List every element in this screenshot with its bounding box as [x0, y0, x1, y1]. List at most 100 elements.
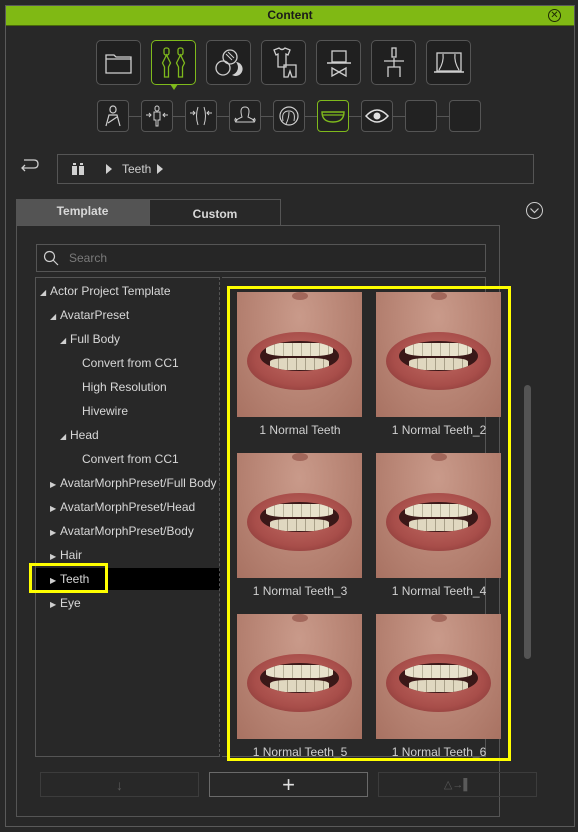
tree-expanded-icon[interactable]: ◢: [60, 426, 70, 448]
tree-item-label: Teeth: [60, 572, 90, 586]
teeth-item[interactable]: 1 Normal Teeth_3: [237, 453, 363, 598]
category-folder-button[interactable]: [96, 40, 141, 85]
tree-item[interactable]: ▶ AvatarMorphPreset/Full Body: [36, 472, 220, 494]
tree-item[interactable]: Convert from CC1: [36, 352, 220, 374]
tree-item[interactable]: ◢ Full Body: [36, 328, 220, 350]
tree-item[interactable]: ◢ AvatarPreset: [36, 304, 220, 326]
tree-item-label: High Resolution: [82, 380, 167, 394]
add-button[interactable]: +: [209, 772, 368, 797]
tree-collapsed-icon[interactable]: ▶: [50, 522, 60, 544]
arrow-down-icon: ↓: [116, 776, 123, 793]
teeth-item[interactable]: 1 Normal Teeth_2: [376, 292, 502, 437]
tree-item-label: Hivewire: [82, 404, 129, 418]
return-arrow-icon: [21, 159, 39, 172]
subcategory-eye-button[interactable]: [361, 100, 393, 132]
hair-icon: [279, 106, 299, 126]
tree-item[interactable]: Convert from CC1: [36, 448, 220, 470]
actor-pair-icon: [161, 46, 185, 78]
breadcrumb-separator-icon[interactable]: [157, 164, 164, 174]
teeth-item-label: 1 Normal Teeth_3: [252, 584, 348, 598]
teeth-icon: [321, 111, 345, 123]
category-motion-button[interactable]: [371, 40, 416, 85]
category-actor-button[interactable]: [151, 40, 196, 90]
teeth-item-label: 1 Normal Teeth_2: [391, 423, 487, 437]
replace-button[interactable]: △→▌: [378, 772, 537, 797]
tree-expanded-icon[interactable]: ◢: [60, 330, 70, 352]
search-input[interactable]: [59, 251, 459, 265]
tree-item-label: AvatarMorphPreset/Body: [60, 524, 194, 538]
subcategory-empty-button-1[interactable]: [405, 100, 437, 132]
tree-item-label: Head: [70, 428, 99, 442]
teeth-thumbnail: [237, 614, 362, 739]
close-icon[interactable]: ✕: [548, 9, 561, 22]
connector: [129, 115, 141, 117]
breadcrumb-item-teeth[interactable]: Teeth: [122, 162, 151, 176]
tree-collapsed-icon[interactable]: ▶: [50, 570, 60, 592]
search-box: [36, 244, 486, 272]
tree-expanded-icon[interactable]: ◢: [50, 306, 60, 328]
tree-item[interactable]: High Resolution: [36, 376, 220, 398]
subcategory-head-morph-button[interactable]: [229, 100, 261, 132]
expand-options-button[interactable]: [526, 202, 543, 219]
tree-item-label: AvatarMorphPreset/Full Body: [60, 476, 217, 490]
grid-scrollbar[interactable]: [524, 385, 531, 659]
actor-icon[interactable]: [72, 163, 84, 175]
subcategory-avatar-button[interactable]: [97, 100, 129, 132]
subcategory-body-shape-button[interactable]: [185, 100, 217, 132]
tree-item-label: AvatarMorphPreset/Head: [60, 500, 196, 514]
subcategory-empty-button-2[interactable]: [449, 100, 481, 132]
teeth-item[interactable]: 1 Normal Teeth_6: [376, 614, 502, 759]
body-morph-icon: [146, 105, 168, 127]
tree-item[interactable]: ▶ Hair: [36, 544, 220, 566]
teeth-thumbnail: [376, 453, 501, 578]
cloth-icon: [272, 46, 297, 78]
breadcrumb-separator-icon[interactable]: [106, 164, 112, 174]
tree-item[interactable]: ◢ Actor Project Template: [36, 280, 220, 302]
teeth-thumbnail: [376, 292, 501, 417]
category-accessory-button[interactable]: [316, 40, 361, 85]
tree-item-label: AvatarPreset: [60, 308, 130, 322]
stage-curtain-icon: [433, 51, 464, 73]
material-spheres-icon: [214, 48, 243, 76]
teeth-item-label: 1 Normal Teeth_4: [391, 584, 487, 598]
subcategory-toolbar: [97, 100, 481, 132]
tree-item-label: Eye: [60, 596, 81, 610]
tree-item[interactable]: ▶ Teeth: [36, 568, 220, 590]
figure-icon: [383, 46, 404, 77]
folder-icon: [104, 53, 132, 74]
teeth-item[interactable]: 1 Normal Teeth_5: [237, 614, 363, 759]
tree-collapsed-icon[interactable]: ▶: [50, 474, 60, 496]
tree-collapsed-icon[interactable]: ▶: [50, 546, 60, 568]
back-button[interactable]: [20, 158, 44, 176]
tree-item[interactable]: Hivewire: [36, 400, 220, 422]
tree-expanded-icon[interactable]: ◢: [40, 282, 50, 304]
connector: [349, 115, 361, 117]
tree-item[interactable]: ▶ Eye: [36, 592, 220, 614]
category-stage-button[interactable]: [426, 40, 471, 85]
teeth-item[interactable]: 1 Normal Teeth: [237, 292, 363, 437]
search-icon: [43, 250, 59, 266]
tree-item[interactable]: ◢ Head: [36, 424, 220, 446]
category-material-button[interactable]: [206, 40, 251, 85]
avatar-icon: [105, 105, 121, 127]
connector: [393, 115, 405, 117]
subcategory-teeth-button[interactable]: [317, 100, 349, 132]
title-bar: Content ✕: [6, 6, 574, 26]
category-cloth-button[interactable]: [261, 40, 306, 85]
apply-down-button[interactable]: ↓: [40, 772, 199, 797]
folder-tree: ◢ Actor Project Template ◢ AvatarPreset ◢ Ful…: [35, 277, 220, 757]
teeth-item[interactable]: 1 Normal Teeth_4: [376, 453, 502, 598]
subcategory-hair-button[interactable]: [273, 100, 305, 132]
subcategory-body-morph-button[interactable]: [141, 100, 173, 132]
connector: [217, 115, 229, 117]
tab-custom[interactable]: Custom: [149, 199, 281, 225]
hat-bowtie-icon: [326, 49, 351, 77]
tree-collapsed-icon[interactable]: ▶: [50, 594, 60, 616]
tab-template[interactable]: Template: [16, 199, 149, 225]
connector: [173, 115, 185, 117]
breadcrumb: Teeth: [57, 154, 534, 184]
tree-collapsed-icon[interactable]: ▶: [50, 498, 60, 520]
tree-item-label: Hair: [60, 548, 83, 562]
tree-item[interactable]: ▶ AvatarMorphPreset/Body: [36, 520, 220, 542]
tree-item[interactable]: ▶ AvatarMorphPreset/Head: [36, 496, 220, 518]
